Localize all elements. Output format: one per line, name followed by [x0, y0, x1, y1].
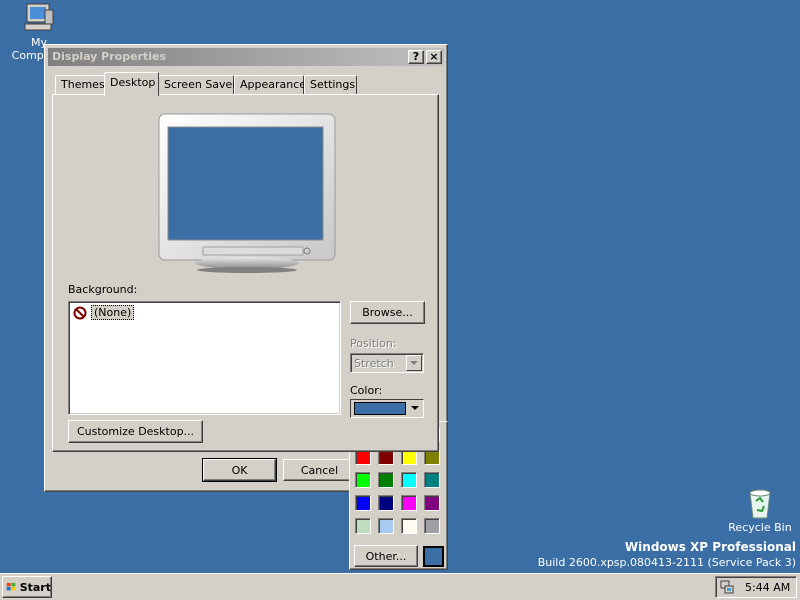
chevron-down-icon: [411, 406, 419, 410]
other-color-button[interactable]: Other...: [354, 545, 418, 567]
position-dropdown-arrow[interactable]: [406, 355, 422, 371]
color-swatch[interactable]: [401, 518, 417, 534]
color-swatch[interactable]: [378, 495, 394, 511]
customize-desktop-button[interactable]: Customize Desktop...: [68, 420, 203, 443]
color-swatch[interactable]: [401, 472, 417, 488]
close-button[interactable]: ×: [426, 50, 442, 64]
browse-button[interactable]: Browse...: [350, 301, 425, 324]
system-tray: 5:44 AM: [715, 576, 797, 598]
color-button-arrow[interactable]: [408, 401, 422, 416]
position-value: Stretch: [354, 357, 394, 370]
recycle-bin-desktop-icon[interactable]: Recycle Bin: [722, 487, 798, 534]
network-icon[interactable]: [719, 579, 735, 595]
color-swatch[interactable]: [378, 472, 394, 488]
build-watermark: Build 2600.xpsp.080413-2111 (Service Pac…: [537, 556, 796, 569]
color-swatch[interactable]: [424, 518, 440, 534]
list-item-label: (None): [91, 305, 135, 320]
windows-logo-icon: [6, 582, 16, 591]
color-button[interactable]: [350, 399, 424, 418]
window-title: Display Properties: [52, 50, 167, 63]
tab-settings[interactable]: Settings: [304, 75, 357, 95]
clock[interactable]: 5:44 AM: [745, 581, 790, 594]
tab-themes[interactable]: Themes: [55, 75, 105, 95]
recycle-bin-icon: [749, 489, 771, 519]
recycle-bin-label: Recycle Bin: [728, 521, 792, 534]
monitor-preview: [158, 113, 336, 273]
background-label: Background:: [68, 283, 138, 296]
chevron-down-icon: [410, 360, 418, 365]
color-swatch[interactable]: [401, 495, 417, 511]
taskbar: Start 5:44 AM: [0, 573, 800, 600]
cancel-button[interactable]: Cancel: [283, 459, 356, 481]
computer-icon: [24, 3, 54, 31]
os-edition-watermark: Windows XP Professional: [624, 540, 796, 554]
current-color-swatch: [423, 546, 444, 567]
start-button[interactable]: Start: [2, 576, 52, 598]
color-label: Color:: [350, 384, 383, 397]
tab-screen-saver[interactable]: Screen Saver: [158, 75, 237, 95]
color-swatch[interactable]: [355, 518, 371, 534]
position-label: Position:: [350, 337, 397, 350]
help-button[interactable]: ?: [408, 50, 424, 64]
tab-desktop[interactable]: Desktop: [104, 72, 159, 96]
color-button-swatch: [354, 402, 406, 415]
tab-appearance[interactable]: Appearance: [234, 75, 306, 95]
color-swatch[interactable]: [424, 495, 440, 511]
list-item[interactable]: (None): [73, 305, 135, 320]
ok-button[interactable]: OK: [202, 458, 277, 482]
color-swatch[interactable]: [378, 518, 394, 534]
start-label: Start: [19, 580, 51, 594]
color-swatch[interactable]: [355, 495, 371, 511]
position-dropdown[interactable]: Stretch: [350, 353, 424, 373]
background-listbox[interactable]: (None): [68, 301, 341, 415]
none-icon: [73, 306, 87, 319]
title-bar[interactable]: Display Properties ? ×: [48, 48, 444, 66]
color-swatch[interactable]: [424, 472, 440, 488]
desktop-tab-panel: Background: (None) Browse... Position: S…: [52, 94, 439, 452]
color-swatch[interactable]: [355, 472, 371, 488]
